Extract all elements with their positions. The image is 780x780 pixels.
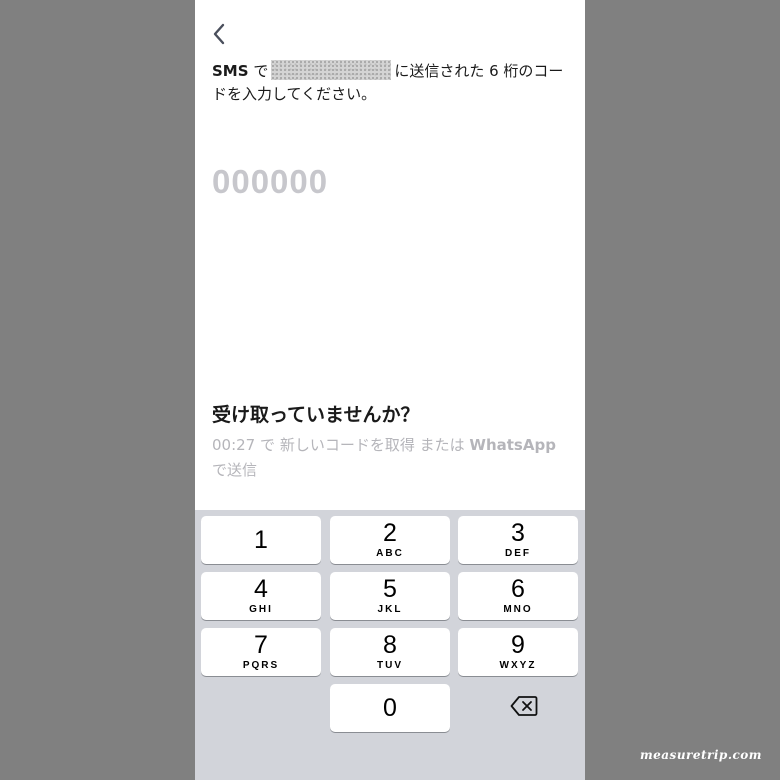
whatsapp-suffix: で送信 [212,461,258,479]
backspace-icon [510,695,538,721]
key-digit: 1 [254,525,268,554]
key-letters: WXYZ [499,659,537,671]
key-letters: ABC [376,547,404,559]
key-letters: TUV [377,659,403,671]
whatsapp-link[interactable]: WhatsApp [469,436,556,454]
instruction-particle: で [253,62,269,80]
key-digit: 8 [383,630,397,659]
key-digit: 9 [511,630,525,659]
key-digit: 3 [511,518,525,547]
key-letters: MNO [503,603,533,615]
key-digit: 2 [383,518,397,547]
key-2[interactable]: 2 ABC [330,516,450,564]
key-letters: DEF [505,547,531,559]
key-3[interactable]: 3 DEF [458,516,578,564]
verification-code-input[interactable] [212,160,512,204]
back-button[interactable] [207,22,231,50]
key-9[interactable]: 9 WXYZ [458,628,578,676]
timer-suffix: で [260,436,276,454]
key-6[interactable]: 6 MNO [458,572,578,620]
key-digit: 5 [383,574,397,603]
or-text: または [419,436,465,454]
get-new-code-link[interactable]: 新しいコードを取得 [280,436,415,454]
phone-screen: SMS でに送信された 6 桁のコードを入力してください。 受け取っていませんか… [195,0,585,780]
not-received-heading: 受け取っていませんか？ [212,404,420,426]
numeric-keypad: 1 2 ABC 3 DEF 4 GHI 5 JKL 6 MNO 7 PQRS 8… [195,510,585,780]
key-0[interactable]: 0 [330,684,450,732]
key-digit: 6 [511,574,525,603]
key-8[interactable]: 8 TUV [330,628,450,676]
key-digit: 7 [254,630,268,659]
redacted-phone-number [271,60,392,80]
key-5[interactable]: 5 JKL [330,572,450,620]
delete-key[interactable] [464,684,584,732]
countdown-timer: 00:27 [212,436,256,454]
resend-options: 00:27 で 新しいコードを取得 または WhatsApp で送信 [212,433,572,483]
key-digit: 4 [254,574,268,603]
key-1[interactable]: 1 [201,516,321,564]
watermark: measuretrip.com [639,748,762,762]
key-letters: JKL [377,603,403,615]
key-7[interactable]: 7 PQRS [201,628,321,676]
key-letters: PQRS [242,659,280,671]
chevron-left-icon [212,23,226,49]
sms-label: SMS [212,62,249,80]
sms-instruction: SMS でに送信された 6 桁のコードを入力してください。 [212,60,572,106]
key-4[interactable]: 4 GHI [201,572,321,620]
key-letters: GHI [249,603,273,615]
key-digit: 0 [383,693,397,722]
